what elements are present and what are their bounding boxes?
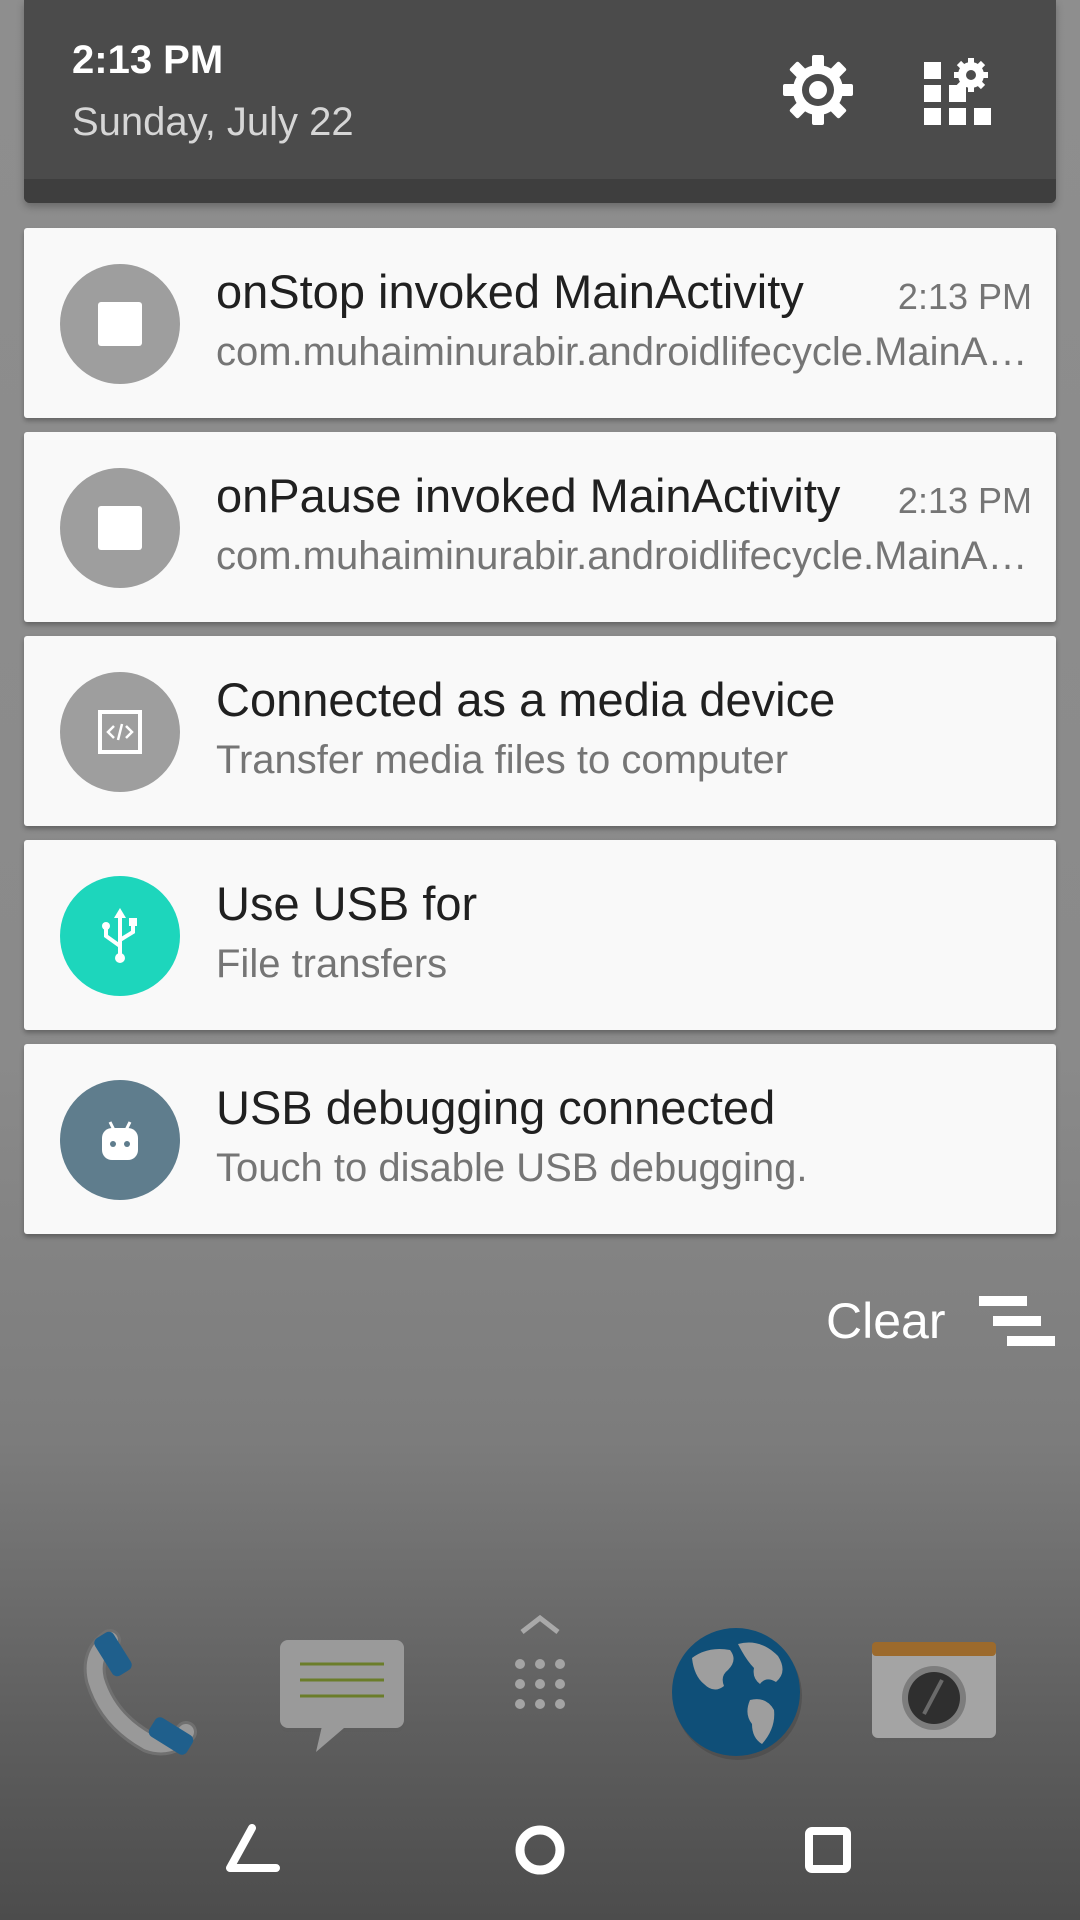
notification-title: Connected as a media device bbox=[216, 673, 836, 726]
recents-icon[interactable] bbox=[804, 1826, 852, 1874]
notification-use-usb[interactable]: Use USB for File transfers bbox=[24, 840, 1056, 1030]
stop-square-icon bbox=[60, 264, 180, 384]
usb-icon bbox=[60, 876, 180, 996]
notification-subtitle: File transfers bbox=[216, 942, 448, 986]
header-handle-strip bbox=[24, 179, 1056, 203]
messaging-icon[interactable] bbox=[278, 1640, 408, 1760]
clear-label: Clear bbox=[826, 1293, 946, 1349]
notification-media-device[interactable]: Connected as a media device Transfer med… bbox=[24, 636, 1056, 826]
header-date[interactable]: Sunday, July 22 bbox=[72, 100, 354, 145]
phone-icon[interactable] bbox=[80, 1626, 210, 1756]
camera-icon[interactable] bbox=[870, 1640, 1000, 1750]
code-window-icon bbox=[60, 672, 180, 792]
stop-square-icon bbox=[60, 468, 180, 588]
android-bug-icon bbox=[60, 1080, 180, 1200]
notification-subtitle: Touch to disable USB debugging. bbox=[216, 1146, 808, 1190]
notification-title: USB debugging connected bbox=[216, 1081, 776, 1134]
notification-title: Use USB for bbox=[216, 877, 478, 930]
notification-onpause[interactable]: onPause invoked MainActivity 2:13 PM com… bbox=[24, 432, 1056, 622]
app-drawer-icon[interactable] bbox=[500, 1606, 580, 1726]
clear-all-icon bbox=[979, 1296, 1056, 1346]
back-icon[interactable] bbox=[222, 1824, 282, 1874]
notification-subtitle: com.muhaiminurabir.androidlifecycle.Main… bbox=[216, 330, 1032, 374]
notification-usb-debugging[interactable]: USB debugging connected Touch to disable… bbox=[24, 1044, 1056, 1234]
gear-icon[interactable] bbox=[778, 50, 858, 130]
home-icon[interactable] bbox=[512, 1822, 568, 1878]
notification-time: 2:13 PM bbox=[897, 480, 1032, 521]
clear-all-button[interactable]: Clear bbox=[826, 1290, 1056, 1352]
notification-subtitle: com.muhaiminurabir.androidlifecycle.Main… bbox=[216, 534, 1032, 578]
header-time: 2:13 PM bbox=[72, 38, 224, 82]
notification-time: 2:13 PM bbox=[897, 276, 1032, 317]
notification-title: onStop invoked MainActivity bbox=[216, 265, 804, 318]
notification-title: onPause invoked MainActivity bbox=[216, 469, 841, 522]
notification-header: 2:13 PM Sunday, July 22 bbox=[24, 0, 1056, 203]
notification-subtitle: Transfer media files to computer bbox=[216, 738, 789, 782]
browser-globe-icon[interactable] bbox=[668, 1624, 808, 1764]
quick-settings-grid-icon[interactable] bbox=[924, 58, 994, 128]
notification-onstop[interactable]: onStop invoked MainActivity 2:13 PM com.… bbox=[24, 228, 1056, 418]
